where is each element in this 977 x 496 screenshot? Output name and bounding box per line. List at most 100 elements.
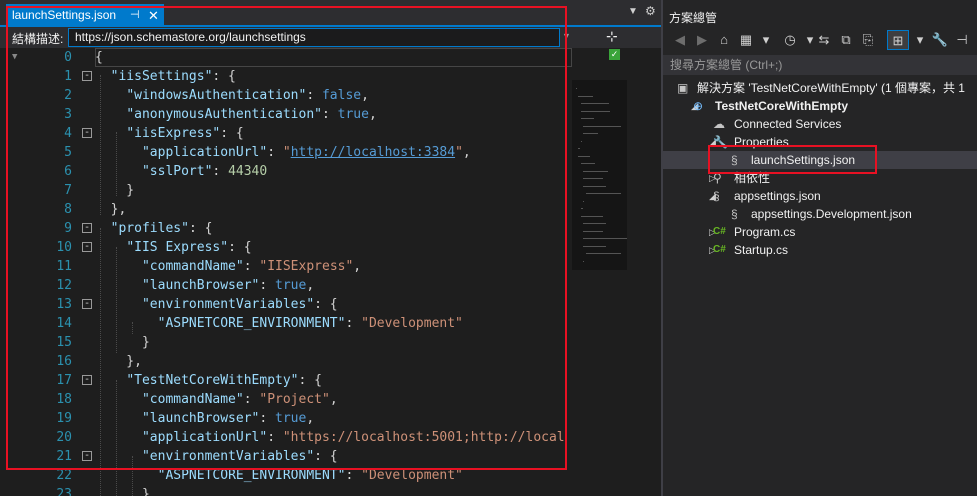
code-line[interactable]: 7 } bbox=[0, 181, 572, 200]
code-line[interactable]: 1- "iisSettings": { bbox=[0, 67, 572, 86]
sync-icon[interactable]: ⇆ bbox=[815, 30, 833, 50]
tab-list-dropdown-icon[interactable]: ▼ bbox=[628, 6, 638, 17]
code-line[interactable]: 0{ bbox=[0, 48, 572, 67]
code-token: , bbox=[306, 411, 315, 426]
current-line-highlight bbox=[95, 48, 572, 67]
tree-item-label: 解決方案 'TestNetCoreWithEmpty' (1 個專案，共 1 bbox=[697, 81, 965, 95]
split-editor-icon[interactable]: ⊹ bbox=[606, 28, 618, 45]
forward-icon[interactable]: ▶ bbox=[693, 30, 711, 50]
code-link[interactable]: http://localhost:3384 bbox=[291, 145, 455, 160]
minimap-line bbox=[578, 95, 593, 97]
chevron-down-icon[interactable]: ▾ bbox=[757, 30, 775, 50]
minimap-line bbox=[583, 223, 606, 224]
tree-item-startup[interactable]: ▷ C# Startup.cs bbox=[663, 241, 977, 259]
code-line[interactable]: 2 "windowsAuthentication": false, bbox=[0, 86, 572, 105]
tree-item-launch[interactable]: § launchSettings.json bbox=[663, 151, 977, 169]
code-token: "ASPNETCORE_ENVIRONMENT" bbox=[157, 316, 346, 331]
line-number: 19 bbox=[56, 411, 72, 426]
show-all-files-icon[interactable]: ⎘ bbox=[859, 30, 877, 50]
tree-item-connected[interactable]: ☁ Connected Services bbox=[663, 115, 977, 133]
wrench-icon[interactable]: 🔧 bbox=[931, 30, 949, 50]
chevron-down-icon[interactable]: ▼ bbox=[562, 31, 571, 41]
code-line[interactable]: 22 "ASPNETCORE_ENVIRONMENT": "Developmen… bbox=[0, 466, 572, 485]
minimap-line bbox=[583, 170, 609, 172]
tree-item-label: launchSettings.json bbox=[751, 153, 856, 167]
gear-icon[interactable]: ⚙ bbox=[645, 4, 656, 18]
minimap-line bbox=[580, 118, 595, 119]
tree-item-project[interactable]: ◢ ⊕ TestNetCoreWithEmpty bbox=[663, 97, 977, 115]
code-line[interactable]: 16 }, bbox=[0, 352, 572, 371]
code-line[interactable]: 6 "sslPort": 44340 bbox=[0, 162, 572, 181]
code-token: "launchBrowser" bbox=[141, 411, 260, 426]
code-line[interactable]: 18 "commandName": "Project", bbox=[0, 390, 572, 409]
pending-changes-icon[interactable]: ◷ bbox=[781, 30, 799, 50]
line-number: 6 bbox=[64, 164, 72, 179]
code-line[interactable]: 13- "environmentVariables": { bbox=[0, 295, 572, 314]
json-file-icon: § bbox=[731, 153, 738, 167]
line-source: "profiles": { bbox=[95, 219, 213, 238]
code-line[interactable]: 8 }, bbox=[0, 200, 572, 219]
switch-views-icon[interactable]: ▦ bbox=[737, 30, 755, 50]
code-token: : { bbox=[188, 221, 213, 236]
tree-item-program[interactable]: ▷ C# Program.cs bbox=[663, 223, 977, 241]
tree-item-solution[interactable]: ▣ 解決方案 'TestNetCoreWithEmpty' (1 個專案，共 1 bbox=[663, 79, 977, 97]
collapse-icon[interactable]: - bbox=[82, 242, 92, 252]
tree-item-deps[interactable]: ▷ ⚲ 相依性 bbox=[663, 169, 977, 187]
code-line[interactable]: 12 "launchBrowser": true, bbox=[0, 276, 572, 295]
collapse-icon[interactable]: - bbox=[82, 128, 92, 138]
code-line[interactable]: 4- "iisExpress": { bbox=[0, 124, 572, 143]
code-token: true bbox=[275, 411, 307, 426]
code-line[interactable]: 23 } bbox=[0, 485, 572, 496]
code-token: : bbox=[267, 430, 283, 445]
home-icon[interactable]: ⌂ bbox=[715, 30, 733, 50]
collapse-icon[interactable]: - bbox=[82, 451, 92, 461]
tree-item-label: Properties bbox=[734, 135, 789, 149]
pin-icon[interactable]: ⊣ bbox=[130, 4, 140, 27]
tree-item-appsettings-dev[interactable]: § appsettings.Development.json bbox=[663, 205, 977, 223]
tree-item-properties[interactable]: ◢ 🔧 Properties bbox=[663, 133, 977, 151]
pin-icon[interactable]: ⊣ bbox=[953, 30, 971, 50]
line-number: 11 bbox=[56, 259, 72, 274]
code-line[interactable]: 21- "environmentVariables": { bbox=[0, 447, 572, 466]
chevron-down-icon[interactable]: ▾ bbox=[911, 30, 929, 50]
code-token: "iisExpress" bbox=[126, 126, 221, 141]
tab-launchsettings[interactable]: launchSettings.json ⊣ ✕ bbox=[6, 4, 164, 27]
code-line[interactable]: 20 "applicationUrl": "https://localhost:… bbox=[0, 428, 572, 447]
code-token: , bbox=[368, 107, 377, 122]
line-number: 13 bbox=[56, 297, 72, 312]
explorer-search-input[interactable]: 搜尋方案總管 (Ctrl+;) bbox=[663, 55, 977, 75]
code-line[interactable]: 15 } bbox=[0, 333, 572, 352]
line-source: "IIS Express": { bbox=[95, 238, 251, 257]
code-token: 44340 bbox=[228, 164, 268, 179]
tree-item-appsettings[interactable]: ◢ § appsettings.json bbox=[663, 187, 977, 205]
close-icon[interactable]: ✕ bbox=[148, 4, 159, 27]
code-line[interactable]: 3 "anonymousAuthentication": true, bbox=[0, 105, 572, 124]
minimap-line bbox=[578, 148, 581, 149]
code-line[interactable]: 14 "ASPNETCORE_ENVIRONMENT": "Developmen… bbox=[0, 314, 572, 333]
code-token: : bbox=[243, 259, 260, 274]
back-icon[interactable]: ◀ bbox=[671, 30, 689, 50]
collapse-icon[interactable]: - bbox=[82, 375, 92, 385]
collapse-icon[interactable]: - bbox=[82, 223, 92, 233]
line-number: 21 bbox=[56, 449, 72, 464]
code-line[interactable]: 17- "TestNetCoreWithEmpty": { bbox=[0, 371, 572, 390]
vertical-scrollbar[interactable] bbox=[627, 60, 661, 496]
code-line[interactable]: 9- "profiles": { bbox=[0, 219, 572, 238]
collapse-icon[interactable]: - bbox=[82, 299, 92, 309]
schema-url-input[interactable]: https://json.schemastore.org/launchsetti… bbox=[68, 28, 560, 47]
code-line[interactable]: 5 "applicationUrl": "http://localhost:33… bbox=[0, 143, 572, 162]
code-editor[interactable]: launchSettings.json ⊣ ✕ ▼ ⚙ 結構描述: https:… bbox=[0, 0, 661, 496]
collapse-icon[interactable]: - bbox=[82, 71, 92, 81]
code-area[interactable]: ▼ 0{1- "iisSettings": {2 "windowsAuthent… bbox=[0, 48, 572, 496]
code-line[interactable]: 19 "launchBrowser": true, bbox=[0, 409, 572, 428]
collapse-all-icon[interactable]: ⧉ bbox=[837, 30, 855, 50]
line-source: "environmentVariables": { bbox=[95, 295, 338, 314]
code-minimap[interactable] bbox=[572, 80, 628, 270]
preview-selected-icon[interactable]: ⊞ bbox=[887, 30, 909, 50]
code-line[interactable]: 11 "commandName": "IISExpress", bbox=[0, 257, 572, 276]
code-line[interactable]: 10- "IIS Express": { bbox=[0, 238, 572, 257]
